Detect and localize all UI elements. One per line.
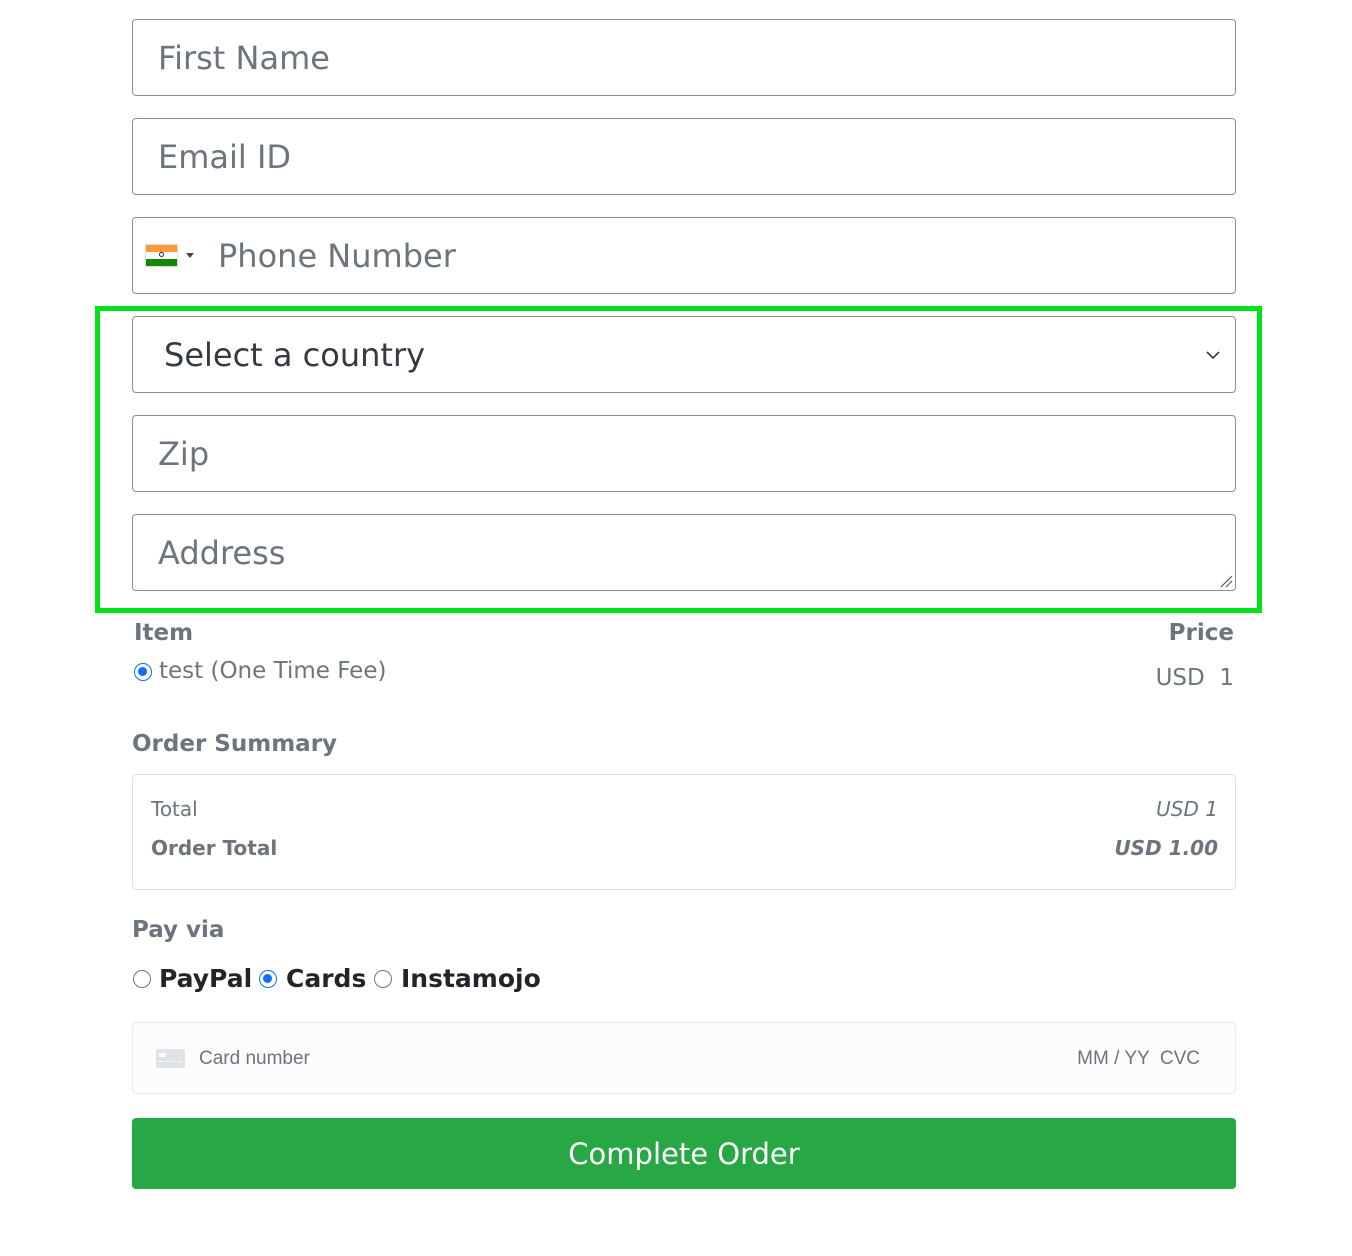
paypal-radio[interactable] — [133, 970, 151, 988]
chevron-down-icon — [1206, 351, 1220, 360]
country-code-dropdown[interactable] — [133, 245, 194, 266]
zip-input[interactable]: Zip — [132, 415, 1236, 492]
cards-label[interactable]: Cards — [286, 964, 366, 993]
instamojo-label[interactable]: Instamojo — [401, 964, 541, 993]
item-header: Item — [134, 620, 194, 646]
address-placeholder: Address — [158, 533, 286, 572]
india-flag-icon — [146, 245, 177, 266]
order-summary-title: Order Summary — [132, 731, 338, 757]
total-value: USD 1 — [1156, 797, 1218, 821]
card-input[interactable]: Card number MM / YY CVC — [132, 1022, 1236, 1094]
email-input[interactable]: Email ID — [132, 118, 1236, 195]
item-price: USD 1 — [1155, 665, 1234, 691]
credit-card-icon — [156, 1049, 185, 1068]
paypal-label[interactable]: PayPal — [159, 964, 252, 993]
order-summary-box: Total USD 1 Order Total USD 1.00 — [132, 774, 1236, 890]
phone-input[interactable]: Phone Number — [132, 217, 1236, 294]
email-placeholder: Email ID — [158, 137, 292, 176]
item-label: test (One Time Fee) — [159, 658, 387, 684]
resize-grip-icon[interactable] — [1217, 572, 1233, 588]
order-total-value: USD 1.00 — [1114, 836, 1218, 860]
phone-placeholder: Phone Number — [218, 236, 456, 275]
first-name-placeholder: First Name — [158, 38, 330, 77]
total-label: Total — [151, 797, 198, 821]
zip-placeholder: Zip — [158, 434, 210, 473]
expiry-cvc-placeholder[interactable]: MM / YY CVC — [1077, 1048, 1200, 1070]
country-select[interactable]: Select a country — [132, 316, 1236, 393]
country-select-value: Select a country — [164, 335, 426, 374]
item-radio[interactable] — [134, 663, 152, 681]
address-textarea[interactable]: Address — [132, 514, 1236, 591]
pay-via-title: Pay via — [132, 917, 225, 943]
first-name-input[interactable]: First Name — [132, 19, 1236, 96]
order-total-label: Order Total — [151, 836, 278, 860]
price-header: Price — [1168, 620, 1234, 646]
card-number-placeholder[interactable]: Card number — [199, 1048, 310, 1070]
cards-radio[interactable] — [259, 970, 277, 988]
instamojo-radio[interactable] — [374, 970, 392, 988]
caret-down-icon — [186, 253, 194, 258]
complete-order-button[interactable]: Complete Order — [132, 1118, 1236, 1189]
